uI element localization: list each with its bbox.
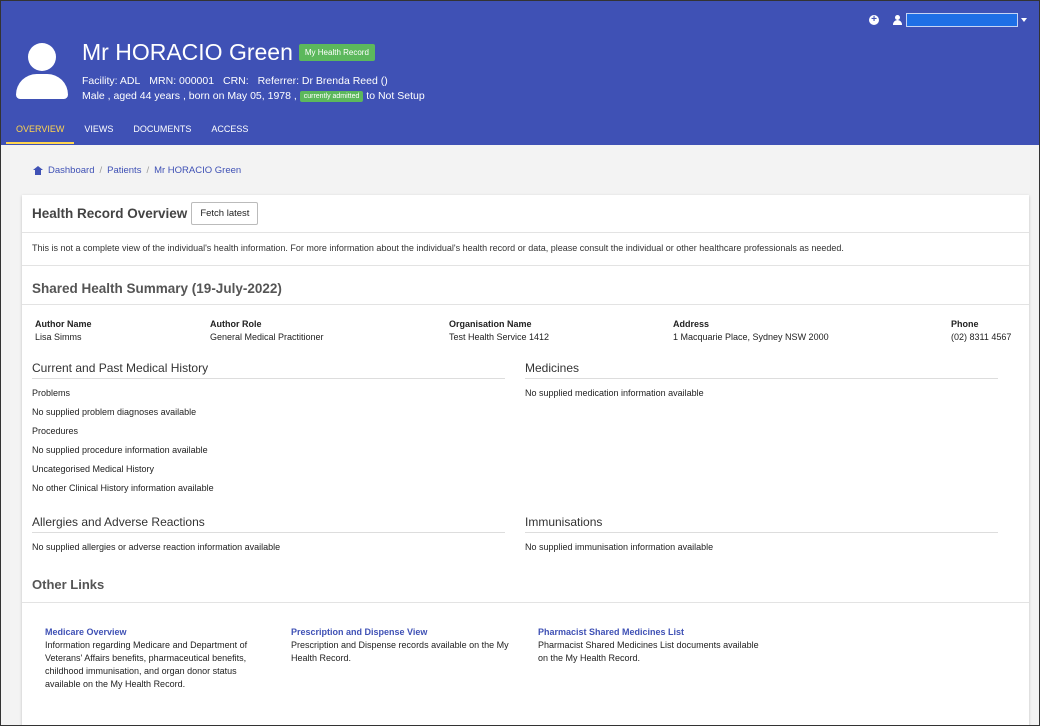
chevron-down-icon	[1021, 18, 1027, 22]
tab-overview[interactable]: OVERVIEW	[6, 119, 75, 144]
author-name-col: Author Name Lisa Simms	[35, 319, 92, 342]
avatar-icon	[16, 43, 68, 99]
crn: CRN:	[223, 75, 249, 87]
breadcrumb: Dashboard / Patients / Mr HORACIO Green	[33, 165, 241, 176]
patient-header: + Mr HORACIO Green My Health Record Faci…	[1, 1, 1039, 145]
list-item: Uncategorised Medical History	[32, 464, 155, 474]
link-description: Prescription and Dispense records availa…	[291, 640, 509, 663]
list-item: No other Clinical History information av…	[32, 483, 214, 493]
list-item: No supplied immunisation information ava…	[525, 542, 714, 552]
medicines-section: Medicines No supplied medication informa…	[525, 361, 998, 398]
prescription-dispense-link-card: Prescription and Dispense View Prescript…	[291, 626, 513, 665]
author-role-col: Author Role General Medical Practitioner	[210, 319, 324, 342]
list-item: No supplied allergies or adverse reactio…	[32, 542, 281, 552]
breadcrumb-separator: /	[146, 165, 150, 176]
author-name-value: Lisa Simms	[35, 332, 82, 342]
demographics-text: Male , aged 44 years , born on May 05, 1…	[82, 90, 297, 102]
referrer: Referrer: Dr Brenda Reed ()	[257, 75, 388, 87]
section-title: Immunisations	[525, 515, 998, 533]
my-health-record-badge[interactable]: My Health Record	[298, 44, 375, 61]
breadcrumb-dashboard[interactable]: Dashboard	[48, 165, 94, 176]
address-value: 1 Macquarie Place, Sydney NSW 2000	[673, 332, 829, 342]
divider	[22, 602, 1029, 603]
phone-col: Phone (02) 8311 4567	[951, 319, 1011, 342]
breadcrumb-patients[interactable]: Patients	[107, 165, 141, 176]
link-description: Pharmacist Shared Medicines List documen…	[538, 640, 759, 663]
list-item: No supplied procedure information availa…	[32, 445, 208, 455]
divider	[22, 232, 1029, 233]
tab-documents[interactable]: DOCUMENTS	[123, 119, 201, 144]
organisation-col: Organisation Name Test Health Service 14…	[449, 319, 549, 342]
patient-meta: Facility: ADL MRN: 000001 CRN: Referrer:…	[82, 75, 394, 87]
admission-suffix: to Not Setup	[366, 90, 425, 102]
phone-label: Phone	[951, 319, 979, 329]
author-role-label: Author Role	[210, 319, 262, 329]
app-frame: + Mr HORACIO Green My Health Record Faci…	[0, 0, 1040, 726]
author-role-value: General Medical Practitioner	[210, 332, 324, 342]
top-controls: +	[869, 13, 1027, 27]
medical-history-section: Current and Past Medical History Problem…	[32, 361, 505, 493]
breadcrumb-patient[interactable]: Mr HORACIO Green	[154, 165, 241, 176]
section-title: Medicines	[525, 361, 998, 379]
tab-access[interactable]: ACCESS	[201, 119, 258, 144]
fetch-latest-button[interactable]: Fetch latest	[191, 202, 259, 225]
list-item: Procedures	[32, 426, 79, 436]
organisation-label: Organisation Name	[449, 319, 532, 329]
user-menu[interactable]	[893, 13, 1027, 27]
link-description: Information regarding Medicare and Depar…	[45, 640, 248, 689]
summary-title: Shared Health Summary (19-July-2022)	[32, 281, 282, 296]
admission-status-badge: currently admitted	[299, 90, 364, 102]
pharmacist-medicines-link[interactable]: Pharmacist Shared Medicines List	[538, 626, 760, 639]
user-icon	[893, 15, 903, 25]
tab-bar: OVERVIEW VIEWS DOCUMENTS ACCESS	[6, 119, 258, 144]
patient-name-text: Mr HORACIO Green	[82, 39, 293, 65]
prescription-dispense-link[interactable]: Prescription and Dispense View	[291, 626, 513, 639]
divider	[22, 265, 1029, 266]
section-title: Allergies and Adverse Reactions	[32, 515, 505, 533]
immunisations-section: Immunisations No supplied immunisation i…	[525, 515, 998, 552]
breadcrumb-separator: /	[99, 165, 103, 176]
other-links-title: Other Links	[32, 577, 105, 592]
card-header: Health Record Overview Fetch latest	[32, 202, 259, 225]
facility: Facility: ADL	[82, 75, 141, 87]
address-col: Address 1 Macquarie Place, Sydney NSW 20…	[673, 319, 829, 342]
patient-name: Mr HORACIO Green My Health Record	[82, 39, 375, 66]
allergies-section: Allergies and Adverse Reactions No suppl…	[32, 515, 505, 552]
section-title: Current and Past Medical History	[32, 361, 505, 379]
list-item: No supplied problem diagnoses available	[32, 407, 197, 417]
health-record-card: Health Record Overview Fetch latest This…	[22, 195, 1029, 725]
user-name-redacted	[906, 13, 1018, 27]
medicare-overview-link-card: Medicare Overview Information regarding …	[45, 626, 267, 691]
home-icon	[33, 166, 43, 175]
mrn: MRN: 000001	[149, 75, 215, 87]
tab-views[interactable]: VIEWS	[74, 119, 123, 144]
list-item: No supplied medication information avail…	[525, 388, 704, 398]
divider	[22, 304, 1029, 305]
organisation-value: Test Health Service 1412	[449, 332, 550, 342]
list-item: Problems	[32, 388, 71, 398]
plus-circle-icon[interactable]: +	[869, 15, 879, 25]
author-name-label: Author Name	[35, 319, 92, 329]
address-label: Address	[673, 319, 710, 329]
patient-demographics: Male , aged 44 years , born on May 05, 1…	[82, 90, 425, 102]
phone-value: (02) 8311 4567	[951, 332, 1012, 342]
pharmacist-medicines-link-card: Pharmacist Shared Medicines List Pharmac…	[538, 626, 760, 665]
card-title: Health Record Overview	[32, 206, 188, 221]
disclaimer-text: This is not a complete view of the indiv…	[32, 243, 844, 253]
medicare-overview-link[interactable]: Medicare Overview	[45, 626, 267, 639]
